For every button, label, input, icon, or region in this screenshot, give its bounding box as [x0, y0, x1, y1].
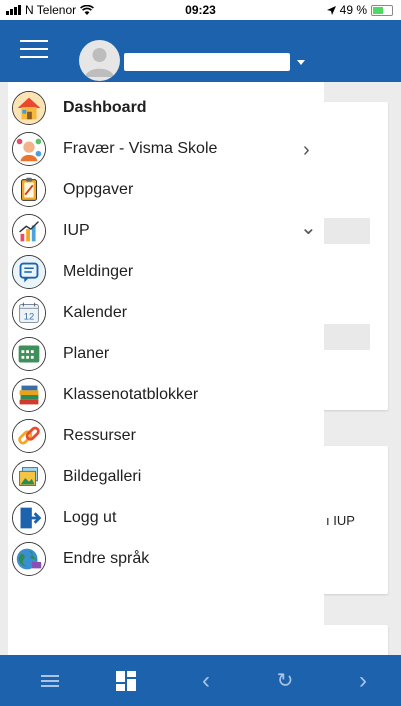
attendance-icon: [12, 132, 46, 166]
books-icon: [12, 378, 46, 412]
assignment-icon: [12, 173, 46, 207]
menu-label-iup: IUP: [63, 222, 90, 239]
menu-item-bildegalleri[interactable]: Bildegalleri: [8, 457, 324, 497]
grid-icon[interactable]: [106, 655, 146, 706]
background-iup-text: ı IUP: [326, 513, 355, 528]
back-icon[interactable]: ‹: [186, 655, 226, 706]
background-placeholder-2: [324, 324, 370, 350]
calendar-icon: 12: [12, 296, 46, 330]
navigation-drawer: Dashboard Fravær - Visma Skole › Oppgave…: [8, 82, 324, 655]
chevron-right-icon[interactable]: ›: [303, 139, 310, 162]
menu-item-oppgaver[interactable]: Oppgaver: [8, 170, 324, 210]
menu-label-logg-ut: Logg ut: [63, 509, 117, 526]
battery-percent: 49 %: [339, 3, 367, 17]
user-name-field[interactable]: [124, 53, 290, 71]
menu-label-planer: Planer: [63, 345, 110, 362]
menu-item-iup[interactable]: IUP ⌄: [8, 211, 324, 251]
app-header: [0, 20, 401, 82]
menu-item-logg-ut[interactable]: Logg ut: [8, 498, 324, 538]
gallery-icon: [12, 460, 46, 494]
location-arrow-icon: [326, 5, 336, 15]
menu-item-fravaer[interactable]: Fravær - Visma Skole ›: [8, 129, 324, 169]
house-icon: [12, 91, 46, 125]
link-icon: [12, 419, 46, 453]
status-right: 49 %: [326, 3, 393, 17]
menu-lines-icon[interactable]: [30, 655, 70, 706]
menu-item-ressurser[interactable]: Ressurser: [8, 416, 324, 456]
menu-item-dashboard[interactable]: Dashboard: [8, 88, 324, 128]
background-placeholder-1: [324, 218, 370, 244]
user-avatar-icon[interactable]: [79, 40, 120, 81]
menu-item-endre-sprak[interactable]: Endre språk: [8, 539, 324, 579]
calendar-icon-number: 12: [24, 311, 34, 322]
forward-icon[interactable]: ›: [343, 655, 383, 706]
menu-label-klassenotatblokker: Klassenotatblokker: [63, 386, 199, 403]
caret-down-icon[interactable]: [297, 60, 305, 65]
message-icon: [12, 255, 46, 289]
iup-chart-icon: [12, 214, 46, 248]
status-bar: N Telenor 09:23 49 %: [0, 0, 401, 20]
planner-icon: [12, 337, 46, 371]
menu-label-ressurser: Ressurser: [63, 427, 136, 444]
app-screen: N Telenor 09:23 49 % ı IUP Dashboard Fra…: [0, 0, 401, 706]
menu-label-bildegalleri: Bildegalleri: [63, 468, 142, 485]
menu-item-kalender[interactable]: 12 Kalender: [8, 293, 324, 333]
menu-label-dashboard: Dashboard: [63, 99, 147, 116]
menu-label-fravaer: Fravær - Visma Skole: [63, 140, 218, 157]
battery-icon: [371, 4, 393, 16]
menu-item-klassenotatblokker[interactable]: Klassenotatblokker: [8, 375, 324, 415]
logout-icon: [12, 501, 46, 535]
globe-icon: [12, 542, 46, 576]
menu-label-meldinger: Meldinger: [63, 263, 134, 280]
menu-label-endre-sprak: Endre språk: [63, 550, 150, 567]
menu-label-oppgaver: Oppgaver: [63, 181, 134, 198]
menu-item-planer[interactable]: Planer: [8, 334, 324, 374]
chevron-down-icon[interactable]: ⌄: [300, 215, 317, 240]
bottom-toolbar: ‹ ↻ ›: [0, 655, 401, 706]
refresh-icon[interactable]: ↻: [265, 655, 305, 706]
menu-item-meldinger[interactable]: Meldinger: [8, 252, 324, 292]
menu-label-kalender: Kalender: [63, 304, 128, 321]
hamburger-icon[interactable]: [20, 40, 48, 60]
